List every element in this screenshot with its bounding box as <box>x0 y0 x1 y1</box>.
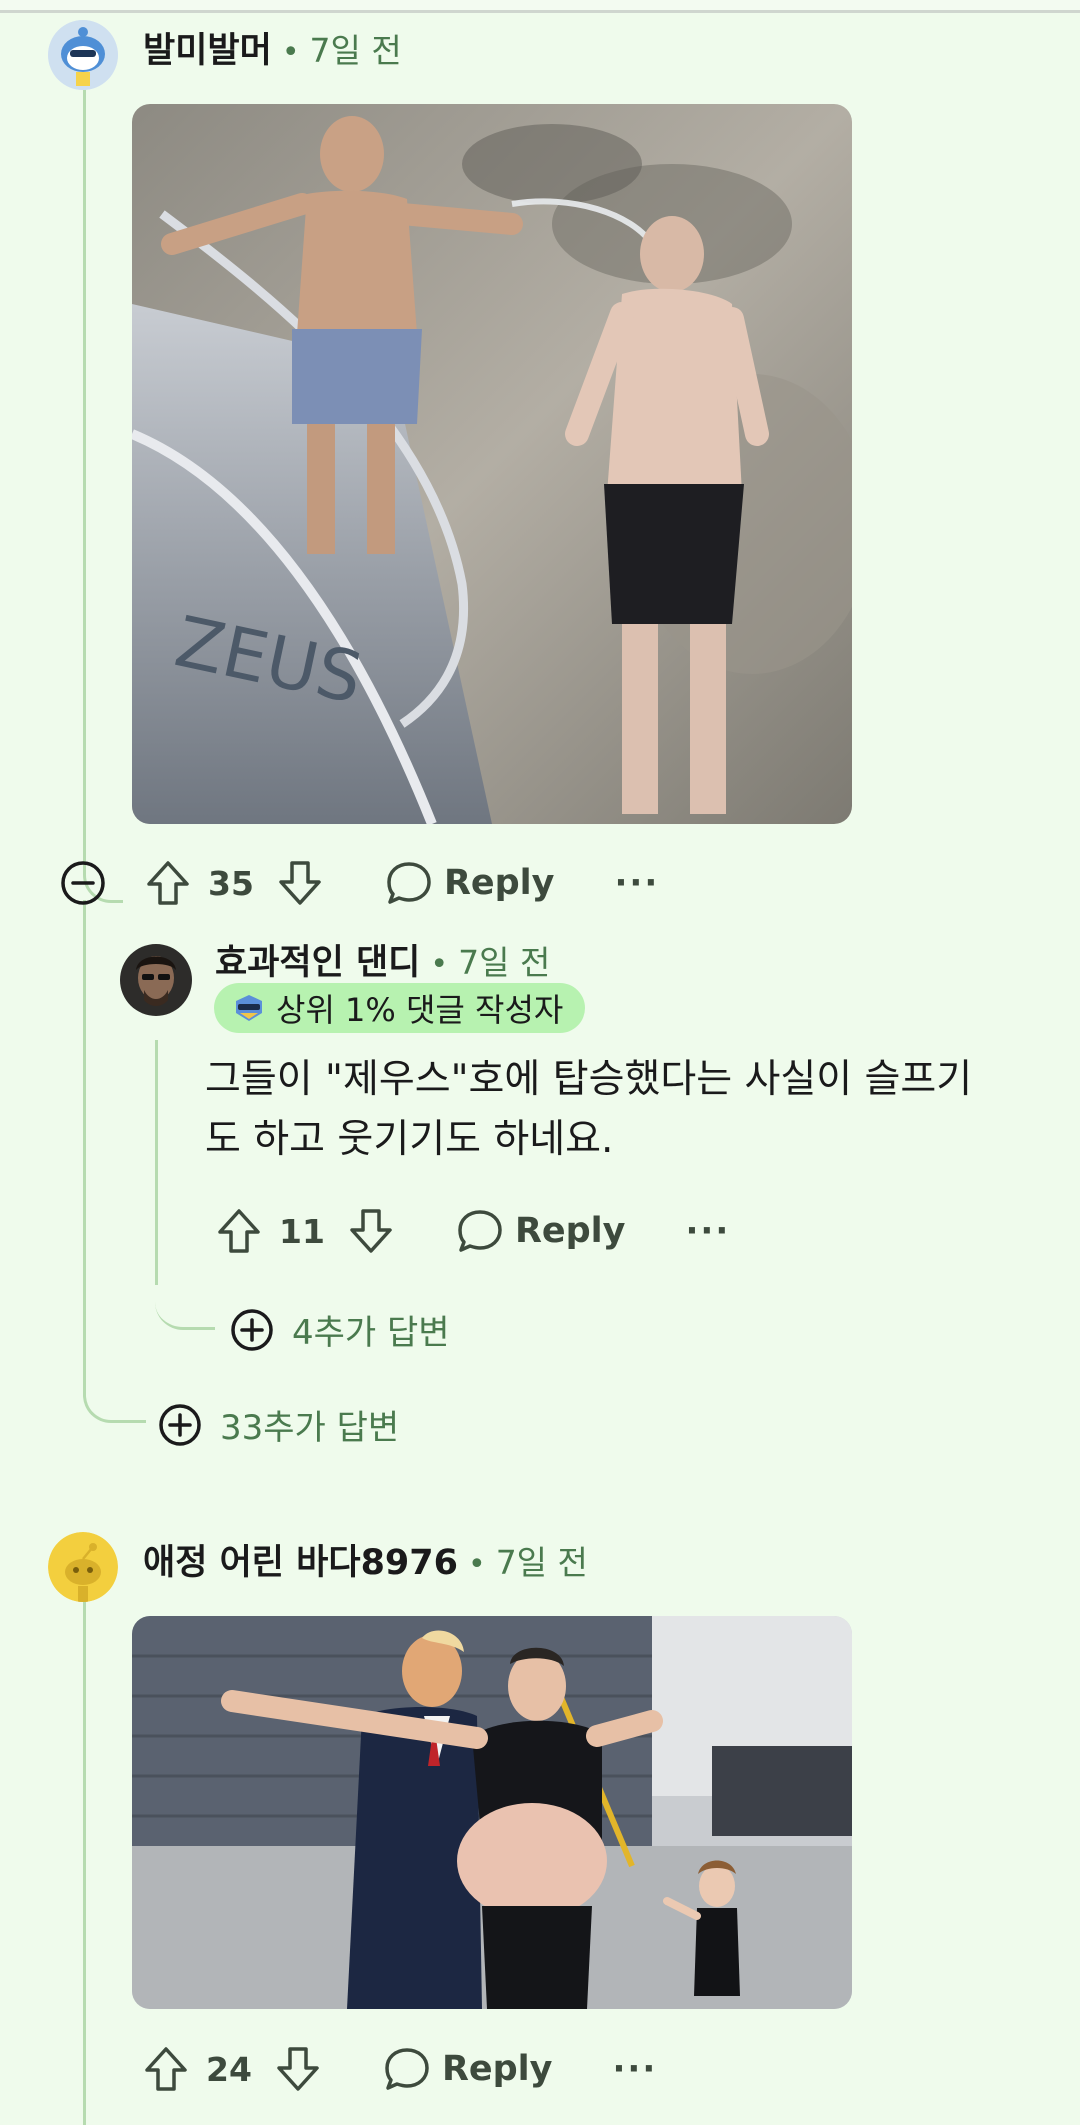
downvote-icon[interactable] <box>276 2046 320 2092</box>
thread-line-reply <box>155 1040 158 1285</box>
snoo-yellow-avatar-icon <box>48 1532 118 1602</box>
thread-line-main <box>83 85 86 855</box>
meta-separator: • <box>467 1547 486 1582</box>
reply-label: Reply <box>514 1211 626 1251</box>
username[interactable]: 발미발머 <box>143 22 272 73</box>
top-commenter-badge: 상위 1% 댓글 작성자 <box>214 983 586 1033</box>
thread-elbow-nested-more <box>155 1280 215 1330</box>
avatar-balmibalmeo[interactable] <box>48 20 118 90</box>
username[interactable]: 효과적인 댄디 <box>215 934 420 985</box>
reply-label: Reply <box>441 2049 553 2089</box>
badge-label: 상위 1% 댓글 작성자 <box>276 991 564 1029</box>
avatar-aejeong-eorin-bada[interactable] <box>48 1532 118 1602</box>
user-photo-avatar-icon <box>120 944 192 1016</box>
top-commenter-icon <box>236 995 262 1021</box>
more-options-icon[interactable]: ··· <box>615 863 660 903</box>
expand-plus-icon <box>159 1403 201 1446</box>
reply-bubble-icon <box>458 1210 502 1252</box>
more-replies-nested[interactable]: 4추가 답변 <box>230 1305 450 1354</box>
reply-button[interactable]: Reply <box>457 1209 626 1253</box>
more-options-icon[interactable]: ··· <box>686 1211 731 1251</box>
more-options-icon[interactable]: ··· <box>613 2049 658 2089</box>
meta-separator: • <box>430 947 449 982</box>
comment-image-hangar[interactable] <box>132 1616 852 2009</box>
vote-score: 35 <box>208 863 254 903</box>
timestamp: 7일 전 <box>495 1543 588 1582</box>
comment-body-line: 도 하고 웃기기도 하네요. <box>205 1117 614 1162</box>
reply-bubble-icon <box>387 862 431 904</box>
collapse-thread-icon[interactable] <box>60 860 106 906</box>
comment-body-line: 그들이 "제우스"호에 탑승했다는 사실이 슬프기 <box>205 1057 973 1102</box>
more-replies-thread[interactable]: 33추가 답변 <box>158 1400 399 1449</box>
avatar-hyogwajeogin-dandy[interactable] <box>120 944 192 1016</box>
reply-bubble-icon <box>385 2048 429 2090</box>
upvote-icon[interactable] <box>144 2046 188 2092</box>
reply-button[interactable]: Reply <box>386 861 555 905</box>
top-divider <box>0 0 1080 13</box>
vote-score: 24 <box>206 2049 252 2089</box>
upvote-icon[interactable] <box>146 860 190 906</box>
yacht-photo: ZEUS <box>132 104 852 824</box>
snoo-blue-avatar-icon <box>48 20 118 90</box>
username[interactable]: 애정 어린 바다8976 <box>143 1534 458 1585</box>
timestamp: 7일 전 <box>458 943 551 982</box>
reply-label: Reply <box>443 863 555 903</box>
hangar-photo <box>132 1616 852 2009</box>
more-replies-label: 33추가 답변 <box>220 1408 400 1448</box>
timestamp: 7일 전 <box>309 31 402 70</box>
upvote-icon[interactable] <box>217 1208 261 1254</box>
more-replies-label: 4추가 답변 <box>292 1313 450 1353</box>
downvote-icon[interactable] <box>278 860 322 906</box>
reply-button[interactable]: Reply <box>384 2047 553 2091</box>
vote-score: 11 <box>279 1211 325 1251</box>
meta-separator: • <box>281 35 300 70</box>
comment-image-yacht[interactable]: ZEUS <box>132 104 852 824</box>
downvote-icon[interactable] <box>349 1208 393 1254</box>
expand-plus-icon <box>231 1308 273 1351</box>
comment-body: 그들이 "제우스"호에 탑승했다는 사실이 슬프기 도 하고 웃기기도 하네요. <box>205 1050 1035 1170</box>
thread-line-comment3 <box>83 1600 86 2125</box>
